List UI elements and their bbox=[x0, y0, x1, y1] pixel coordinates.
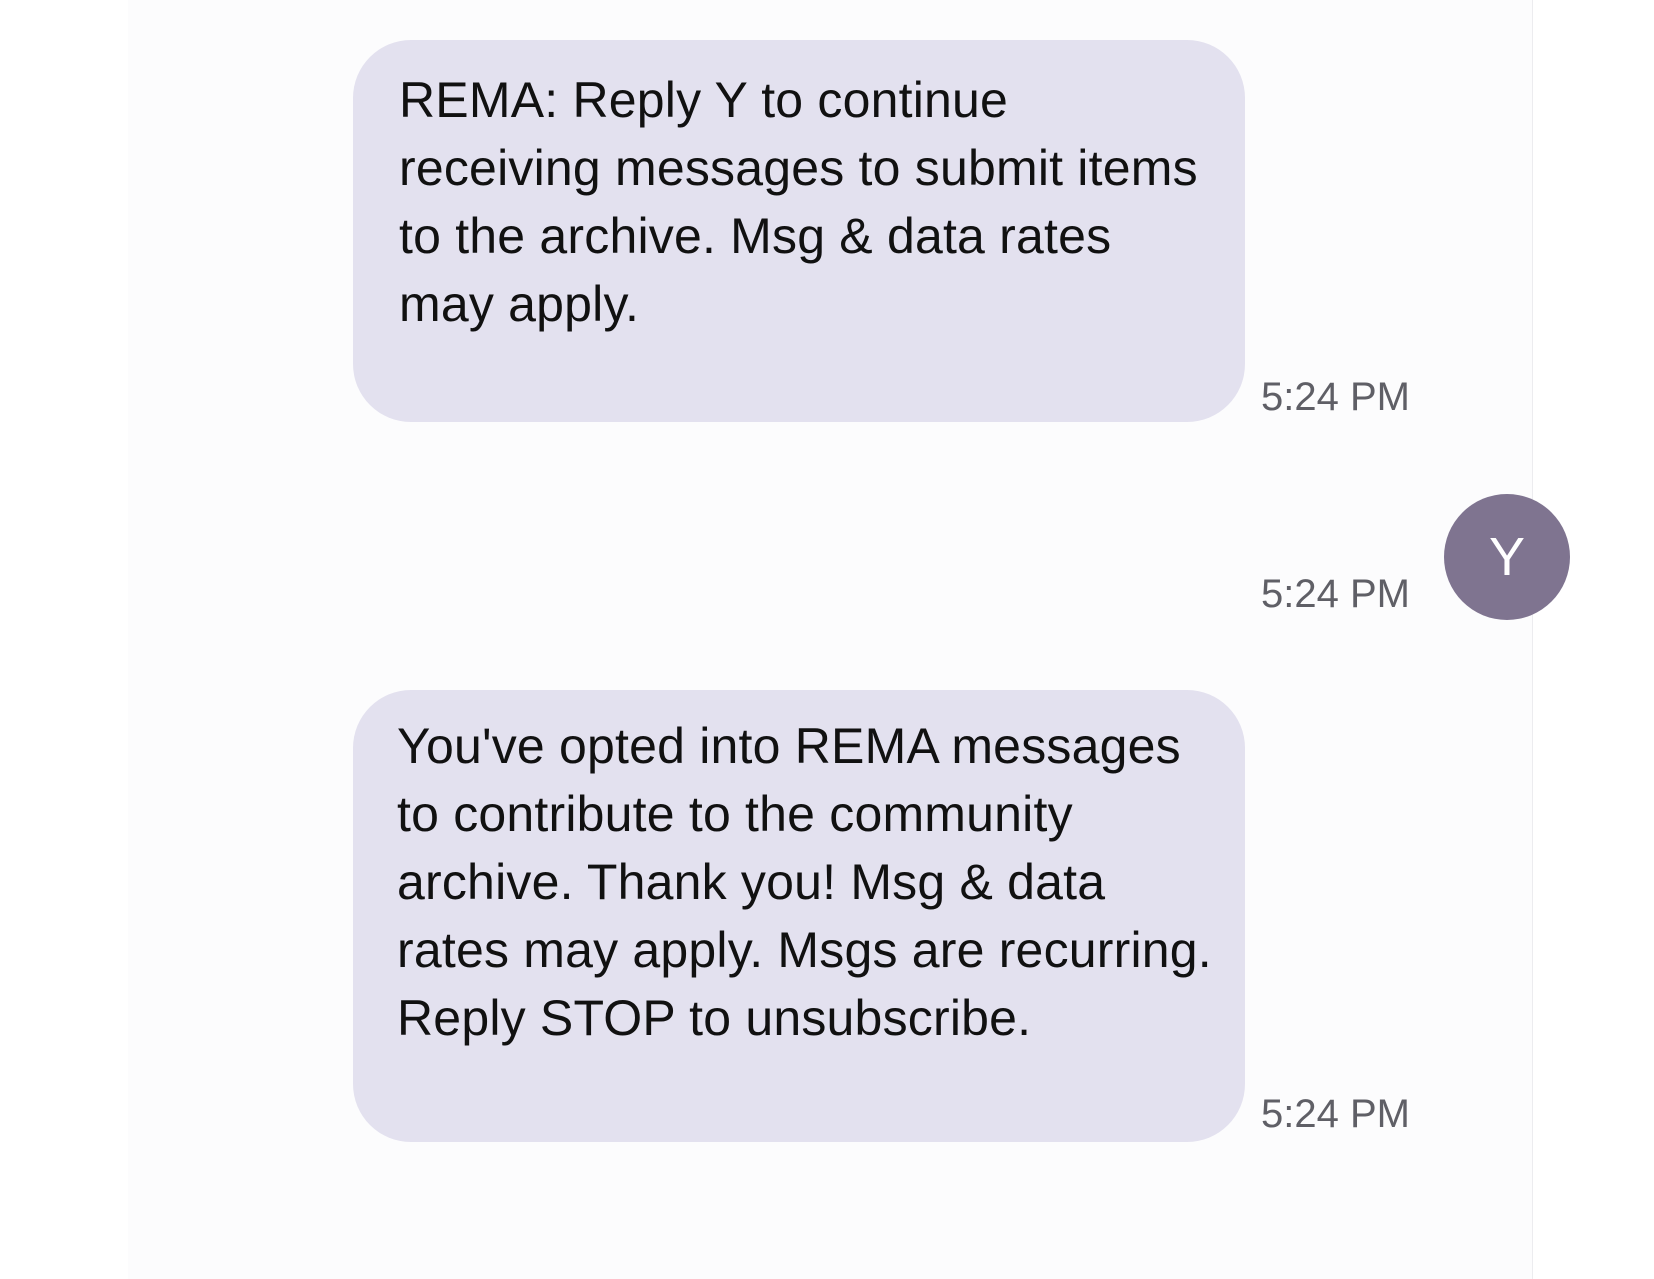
incoming-message-bubble[interactable]: You've opted into REMA messages to contr… bbox=[353, 690, 1245, 1142]
message-thread: REMA: Reply Y to continue receiving mess… bbox=[128, 0, 1570, 1279]
avatar-initial: Y bbox=[1488, 527, 1526, 587]
message-timestamp: 5:24 PM bbox=[1261, 375, 1410, 419]
message-text: You've opted into REMA messages to contr… bbox=[397, 718, 1212, 1046]
message-timestamp: 5:24 PM bbox=[1261, 1092, 1410, 1136]
incoming-message-bubble[interactable]: REMA: Reply Y to continue receiving mess… bbox=[353, 40, 1245, 422]
message-text: REMA: Reply Y to continue receiving mess… bbox=[399, 72, 1198, 332]
message-timestamp: 5:24 PM bbox=[1261, 572, 1410, 616]
contact-avatar[interactable]: Y bbox=[1444, 494, 1570, 620]
